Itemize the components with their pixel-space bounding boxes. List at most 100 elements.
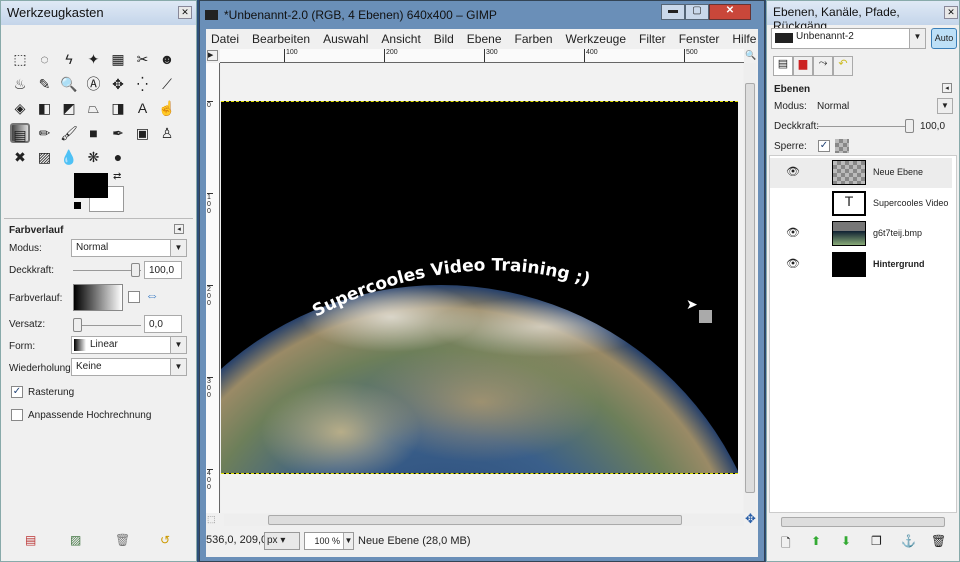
mode-select[interactable]: Normal ▼ xyxy=(71,239,187,257)
menu-bild[interactable]: Bild xyxy=(434,32,454,46)
tab-paths[interactable]: ⤳ xyxy=(813,56,833,76)
panel-menu-icon[interactable]: ◂ xyxy=(174,224,184,234)
image-select[interactable]: Unbenannt-2 ▼ xyxy=(771,28,926,49)
menu-hilfe[interactable]: Hilfe xyxy=(732,32,756,46)
opacity-input[interactable]: 100,0 xyxy=(144,261,182,279)
pencil-tool-icon[interactable]: ✏ xyxy=(35,123,55,143)
duplicate-layer-icon[interactable]: ❐ xyxy=(871,534,882,548)
align-tool-icon[interactable]: ⁛ xyxy=(133,74,153,94)
new-layer-icon[interactable]: 🗋 xyxy=(781,534,791,555)
blend-tool-icon[interactable]: ▤ xyxy=(10,122,30,143)
menu-datei[interactable]: Datei xyxy=(211,32,239,46)
opacity-slider-handle[interactable] xyxy=(131,263,140,277)
delete-layer-icon[interactable]: 🗑 xyxy=(931,534,946,548)
menu-farben[interactable]: Farben xyxy=(515,32,553,46)
move-tool-icon[interactable]: ✥ xyxy=(108,74,128,94)
offset-input[interactable]: 0,0 xyxy=(144,315,182,333)
unit-select[interactable]: px ▾ xyxy=(264,532,300,550)
paintbrush-tool-icon[interactable]: 🖌 xyxy=(59,123,79,143)
layer-opacity-value[interactable]: 100,0 xyxy=(920,121,945,132)
menu-werkzeuge[interactable]: Werkzeuge xyxy=(566,32,626,46)
anchor-layer-icon[interactable]: ⚓ xyxy=(901,534,916,548)
layer-opacity-slider[interactable] xyxy=(817,126,909,127)
quick-mask-menu-icon[interactable]: ▶ xyxy=(207,50,218,61)
tab-layers[interactable]: ▤ xyxy=(773,56,793,76)
repeat-select[interactable]: Keine ▼ xyxy=(71,358,187,376)
vertical-scroll-thumb[interactable] xyxy=(745,83,755,493)
crop-tool-icon[interactable]: ⟋ xyxy=(157,74,177,94)
cage-tool-icon[interactable]: ☝ xyxy=(157,98,177,118)
menu-bearbeiten[interactable]: Bearbeiten xyxy=(252,32,310,46)
scale-tool-icon[interactable]: ◧ xyxy=(35,98,55,118)
menu-ansicht[interactable]: Ansicht xyxy=(381,32,420,46)
auto-button[interactable]: Auto xyxy=(931,28,957,49)
offset-slider-handle[interactable] xyxy=(73,318,82,332)
navigate-icon[interactable]: ⬚ xyxy=(207,514,216,525)
adaptive-supersampling-checkbox[interactable] xyxy=(11,409,23,421)
menu-filter[interactable]: Filter xyxy=(639,32,666,46)
perspective-tool-icon[interactable]: ⏢ xyxy=(84,98,104,118)
tab-undo-history[interactable]: ↶ xyxy=(833,56,853,76)
dithering-checkbox[interactable]: ✓ xyxy=(11,386,23,398)
shape-select[interactable]: Linear ▼ xyxy=(71,336,187,354)
eye-icon[interactable]: 👁 xyxy=(786,226,800,239)
image-canvas[interactable]: Supercooles Video Training ;) ➤ xyxy=(221,101,738,474)
rotate-tool-icon[interactable]: ◈ xyxy=(10,98,30,118)
heal-tool-icon[interactable]: ✖ xyxy=(10,147,30,167)
foreground-color[interactable] xyxy=(74,173,108,198)
measure-tool-icon[interactable]: Ⓐ xyxy=(84,74,104,94)
lock-pixels-checkbox[interactable]: ✓ xyxy=(818,140,830,152)
rect-select-tool-icon[interactable]: ⬚ xyxy=(10,49,30,69)
restore-options-icon[interactable]: ▨ xyxy=(70,533,81,547)
paths-tool-icon[interactable]: ♨ xyxy=(10,74,30,94)
lock-alpha-icon[interactable] xyxy=(835,139,849,153)
close-icon[interactable]: ✕ xyxy=(944,6,958,19)
delete-options-icon[interactable]: 🗑 xyxy=(115,533,130,547)
move-icon[interactable]: ✥ xyxy=(745,511,756,527)
horizontal-scrollbar[interactable] xyxy=(224,514,744,526)
clone-tool-icon[interactable]: ♙ xyxy=(157,123,177,143)
eye-icon[interactable]: 👁 xyxy=(786,165,800,178)
layers-horizontal-scrollbar[interactable] xyxy=(781,517,945,527)
layer-mode-select[interactable]: Normal xyxy=(817,101,849,112)
vertical-scrollbar[interactable] xyxy=(744,63,756,513)
lower-layer-icon[interactable]: ⬇ xyxy=(841,534,851,548)
flip-tool-icon[interactable]: ◨ xyxy=(108,98,128,118)
reverse-arrows-icon[interactable]: ⇔ xyxy=(145,287,159,303)
swap-colors-icon[interactable]: ⇄ xyxy=(113,171,121,182)
minimize-button[interactable]: ▬ xyxy=(661,4,685,20)
eraser-tool-icon[interactable]: ■ xyxy=(84,123,104,143)
zoom-icon[interactable]: 🔍 xyxy=(745,50,756,61)
zoom-tool-icon[interactable]: 🔍 xyxy=(59,74,79,94)
free-select-tool-icon[interactable]: ϟ xyxy=(59,49,79,69)
gradient-preview[interactable] xyxy=(73,284,123,311)
perspective-clone-tool-icon[interactable]: ▨ xyxy=(35,147,55,167)
maximize-button[interactable]: ▢ xyxy=(685,4,709,20)
ink-tool-icon[interactable]: ▣ xyxy=(133,123,153,143)
shear-tool-icon[interactable]: ◩ xyxy=(59,98,79,118)
reset-options-icon[interactable]: ↺ xyxy=(160,533,170,547)
layer-row[interactable]: 👁 Hintergrund xyxy=(770,250,952,280)
smudge-tool-icon[interactable]: 💧 xyxy=(59,147,79,167)
default-colors-icon[interactable] xyxy=(74,202,81,209)
layer-row[interactable]: 👁 Neue Ebene xyxy=(770,158,952,188)
save-options-icon[interactable]: ▤ xyxy=(25,533,36,547)
foreground-select-tool-icon[interactable]: ☻ xyxy=(157,49,177,69)
ellipse-select-tool-icon[interactable]: ◌ xyxy=(35,49,55,69)
menu-ebene[interactable]: Ebene xyxy=(467,32,502,46)
convolve-tool-icon[interactable]: ● xyxy=(108,147,128,167)
chevron-down-icon[interactable]: ▼ xyxy=(937,98,953,114)
text-tool-icon[interactable]: A xyxy=(133,98,153,118)
layer-opacity-slider-handle[interactable] xyxy=(905,119,914,133)
menu-auswahl[interactable]: Auswahl xyxy=(323,32,368,46)
airbrush-tool-icon[interactable]: ✒ xyxy=(108,123,128,143)
scissors-tool-icon[interactable]: ✂ xyxy=(133,49,153,69)
reverse-gradient-checkbox[interactable] xyxy=(128,291,140,303)
fuzzy-select-tool-icon[interactable]: ✦ xyxy=(84,49,104,69)
eye-icon[interactable]: 👁 xyxy=(786,257,800,270)
layer-row[interactable]: T Supercooles Video xyxy=(770,189,952,219)
offset-slider[interactable] xyxy=(73,325,141,326)
canvas-area[interactable]: Supercooles Video Training ;) ➤ xyxy=(221,63,743,513)
close-button[interactable]: ✕ xyxy=(709,4,751,20)
layer-row[interactable]: 👁 g6t7teij.bmp xyxy=(770,219,952,249)
